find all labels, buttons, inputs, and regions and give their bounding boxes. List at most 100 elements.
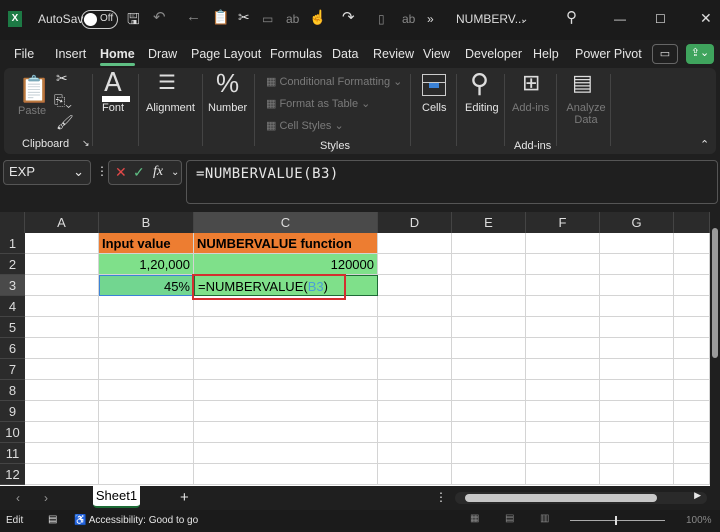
save-icon[interactable]: 🖫 [127,9,140,34]
tab-formulas[interactable]: Formulas [270,47,322,61]
cell[interactable] [600,401,674,422]
tab-file[interactable]: File [14,47,34,61]
cell[interactable] [600,254,674,275]
cell[interactable] [452,443,526,464]
page-layout-view-icon[interactable]: ▤ [505,513,514,524]
column-header-h[interactable] [674,212,710,233]
vertical-scrollbar[interactable] [710,212,720,486]
column-header-a[interactable]: A [25,212,99,233]
cell-c1[interactable]: NUMBERVALUE function [194,233,378,254]
formula-input[interactable]: =NUMBERVALUE(B3) [186,160,718,204]
cell[interactable] [600,422,674,443]
format-as-table-button[interactable]: ▦ Format as Table ⌄ [266,97,370,110]
column-header-c[interactable]: C [194,212,378,233]
cell[interactable] [194,338,378,359]
cells-button[interactable]: Cells [422,102,446,114]
insert-function-button[interactable]: fx [153,164,163,180]
cell[interactable] [378,443,452,464]
format-painter-icon[interactable]: 🖌 [56,114,74,131]
normal-view-icon[interactable]: ▦ [470,513,479,524]
cell[interactable] [674,338,710,359]
cell[interactable] [99,359,194,380]
cell[interactable] [25,338,99,359]
select-all-button[interactable] [0,212,25,233]
cell[interactable] [194,464,378,485]
add-ins-button[interactable]: Add-ins [512,102,549,114]
cell[interactable] [99,422,194,443]
touch-mode-icon[interactable]: ☝ [309,9,326,26]
tab-help[interactable]: Help [533,47,559,61]
cell[interactable] [99,338,194,359]
cell[interactable] [378,422,452,443]
page-break-view-icon[interactable]: ▥ [540,513,549,524]
tab-page-layout[interactable]: Page Layout [191,47,261,61]
cell[interactable] [526,233,600,254]
cell-styles-button[interactable]: ▦ Cell Styles ⌄ [266,119,344,132]
cell[interactable] [378,296,452,317]
copy-icon[interactable]: ⎘⌄ [54,92,72,109]
cell[interactable] [452,380,526,401]
cell[interactable] [194,422,378,443]
workbook-stats-icon[interactable]: ▤ [48,514,57,525]
cell[interactable] [378,338,452,359]
cell[interactable] [526,401,600,422]
paste-icon[interactable]: 📋 [18,74,50,105]
cell[interactable] [674,464,710,485]
search-icon[interactable]: ⚲ [470,68,489,99]
cell[interactable] [600,317,674,338]
conditional-formatting-button[interactable]: ▦ Conditional Formatting ⌄ [266,75,402,88]
tab-review[interactable]: Review [373,47,414,61]
cell[interactable] [600,464,674,485]
analyze-data-icon[interactable]: ▤ [572,70,593,96]
cell[interactable] [378,254,452,275]
cell[interactable] [674,233,710,254]
cell[interactable] [674,317,710,338]
cell[interactable] [194,443,378,464]
cell[interactable] [600,380,674,401]
cell[interactable] [378,317,452,338]
search-icon[interactable]: ⚲ [566,8,577,26]
cell[interactable] [378,275,452,296]
cell[interactable] [452,275,526,296]
cell[interactable] [99,296,194,317]
cell[interactable] [25,233,99,254]
cell[interactable] [194,317,378,338]
cell[interactable] [378,380,452,401]
cell-b1[interactable]: Input value [99,233,194,254]
cell[interactable] [674,422,710,443]
file-name[interactable]: NUMBERV... [456,12,525,26]
spreadsheet-grid[interactable]: A B C D E F G 1 2 3 4 5 6 7 8 9 10 11 12 Input valu… [0,212,710,486]
cell[interactable] [99,443,194,464]
cell[interactable] [194,359,378,380]
cell[interactable] [25,359,99,380]
cell[interactable] [25,401,99,422]
column-header-g[interactable]: G [600,212,674,233]
enter-icon[interactable]: ✓ [133,164,145,181]
cell[interactable] [600,338,674,359]
paste-icon[interactable]: 📋 [212,9,229,26]
autosave-toggle[interactable]: Off [81,10,118,29]
column-header-b[interactable]: B [99,212,194,233]
font-icon[interactable]: A [104,68,122,98]
column-header-d[interactable]: D [378,212,452,233]
cell[interactable] [674,401,710,422]
tab-home[interactable]: Home [100,47,135,66]
cell-c2[interactable]: 120000 [194,254,378,275]
editing-button[interactable]: Editing [465,102,499,114]
analyze-data-button[interactable]: Analyze Data [566,102,606,126]
horizontal-scrollbar[interactable]: ▶ [455,490,707,504]
cell[interactable] [526,359,600,380]
dialog-launcher-icon[interactable]: ↘ [82,138,90,149]
cell[interactable] [526,317,600,338]
column-header-e[interactable]: E [452,212,526,233]
spelling-icon[interactable]: ab [286,12,299,26]
paste-button[interactable]: Paste [18,105,46,117]
undo-icon[interactable]: ↶ [153,8,166,26]
sheet-tab-sheet1[interactable]: Sheet1 [93,486,140,508]
cell[interactable] [600,275,674,296]
cell[interactable] [600,233,674,254]
cell[interactable] [674,380,710,401]
cell[interactable] [99,401,194,422]
cell[interactable] [526,275,600,296]
cancel-icon[interactable]: ✕ [115,164,127,181]
